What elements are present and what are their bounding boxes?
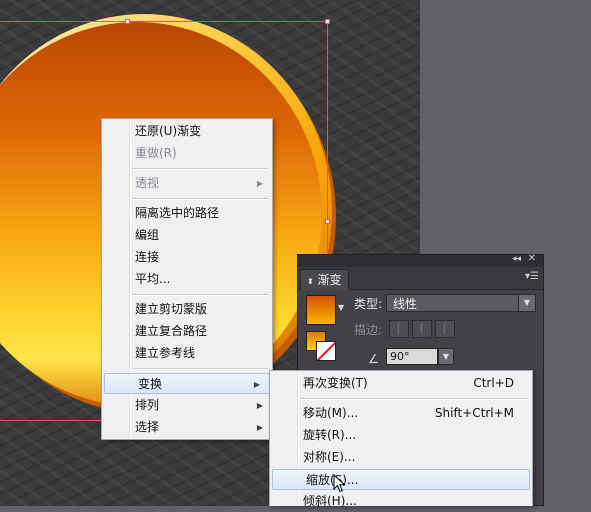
menu-item-label: 变换	[138, 377, 163, 391]
menu-separator	[132, 198, 269, 200]
menu-separator	[300, 398, 529, 400]
menu-item-join[interactable]: 连接	[102, 247, 272, 268]
menu-item-redo: 重做(R)	[102, 143, 272, 164]
menu-separator	[132, 368, 269, 370]
menu-item-label: 重做(R)	[135, 146, 177, 160]
menu-item-make-guides[interactable]: 建立参考线	[102, 343, 272, 364]
menu-item-label: 建立参考线	[135, 346, 196, 360]
submenu-arrow-icon: ▶	[256, 401, 263, 410]
menu-item-label: 透视	[135, 176, 160, 190]
menu-item-perspective: 透视 ▶	[102, 173, 272, 194]
submenu-arrow-icon: ▶	[253, 380, 260, 389]
angle-input[interactable]: 90°	[386, 348, 438, 365]
menu-item-isolate-path[interactable]: 隔离选中的路径	[102, 203, 272, 224]
stroke-along-button[interactable]: ⌈	[412, 320, 432, 338]
menu-item-shortcut: Shift+Ctrl+M	[434, 406, 514, 420]
tab-sort-icon: ⬍	[307, 277, 314, 286]
menu-item-reflect[interactable]: 对称(E)...	[270, 447, 532, 468]
transform-submenu: 再次变换(T) Ctrl+D 移动(M)... Shift+Ctrl+M 旋转(R)…	[269, 370, 533, 508]
type-label: 类型:	[354, 297, 383, 311]
panel-tab-bar: ⬍ 渐变 ▾☰	[298, 267, 543, 290]
stroke-across-button[interactable]: ⌈	[435, 320, 455, 338]
close-icon[interactable]: ✕	[528, 253, 536, 264]
menu-item-label: 排列	[135, 398, 160, 412]
stroke-within-button[interactable]: ⌈	[389, 320, 409, 338]
menu-item-scale[interactable]: 缩放(S)...	[272, 469, 530, 490]
menu-item-label: 再次变换(T)	[303, 376, 368, 390]
angle-dropdown-icon[interactable]: ▼	[438, 348, 454, 365]
menu-item-label: 建立剪切蒙版	[135, 302, 208, 316]
menu-separator	[132, 294, 269, 296]
selection-handle-top-right[interactable]	[325, 19, 330, 24]
submenu-arrow-icon: ▶	[256, 179, 263, 188]
menu-item-arrange[interactable]: 排列 ▶	[102, 395, 272, 416]
stroke-none-swatch[interactable]	[316, 341, 336, 361]
menu-item-transform-again[interactable]: 再次变换(T) Ctrl+D	[270, 373, 532, 394]
panel-menu-icon[interactable]: ▾☰	[525, 271, 539, 282]
menu-item-label: 隔离选中的路径	[135, 206, 220, 220]
menu-item-undo-gradient[interactable]: 还原(U)渐变	[102, 121, 272, 142]
panel-title-bar[interactable]: ◂◂ ✕	[298, 253, 543, 267]
gradient-type-value: 线性	[393, 297, 418, 311]
angle-icon: ∠	[368, 352, 379, 366]
menu-item-make-compound-path[interactable]: 建立复合路径	[102, 321, 272, 342]
context-menu: 还原(U)渐变 重做(R) 透视 ▶ 隔离选中的路径 编组 连接 平均... 建立…	[101, 118, 273, 440]
menu-item-rotate[interactable]: 旋转(R)...	[270, 425, 532, 446]
menu-item-label: 平均...	[135, 272, 171, 286]
menu-item-label: 连接	[135, 250, 160, 264]
menu-item-label: 旋转(R)...	[303, 428, 357, 442]
chevron-down-icon[interactable]: ▼	[518, 295, 535, 311]
menu-item-label: 建立复合路径	[135, 324, 208, 338]
tab-gradient[interactable]: ⬍ 渐变	[300, 269, 349, 290]
menu-item-label: 选择	[135, 420, 160, 434]
menu-item-make-clipping-mask[interactable]: 建立剪切蒙版	[102, 299, 272, 320]
menu-item-label: 移动(M)...	[303, 406, 359, 420]
menu-item-label: 还原(U)渐变	[135, 124, 202, 138]
menu-item-transform[interactable]: 变换 ▶	[104, 373, 270, 394]
selection-handle-top[interactable]	[125, 19, 130, 24]
gradient-swatch[interactable]	[306, 295, 336, 325]
stroke-label: 描边:	[354, 323, 383, 337]
menu-item-shortcut: Ctrl+D	[473, 376, 514, 390]
gradient-type-select[interactable]: 线性 ▼	[386, 294, 536, 312]
tab-gradient-label: 渐变	[317, 273, 342, 287]
submenu-arrow-icon: ▶	[256, 423, 263, 432]
menu-item-group[interactable]: 编组	[102, 225, 272, 246]
selection-handle-right[interactable]	[325, 219, 330, 224]
menu-item-average[interactable]: 平均...	[102, 269, 272, 290]
menu-item-label: 编组	[135, 228, 160, 242]
swatch-dropdown-icon[interactable]: ▼	[338, 303, 344, 312]
mouse-pointer-icon	[333, 474, 346, 493]
menu-separator	[132, 168, 269, 170]
menu-item-label: 对称(E)...	[303, 450, 356, 464]
menu-item-select[interactable]: 选择 ▶	[102, 417, 272, 438]
menu-item-move[interactable]: 移动(M)... Shift+Ctrl+M	[270, 403, 532, 424]
double-chevron-icon[interactable]: ◂◂	[512, 254, 521, 264]
menu-item-shear[interactable]: 倾斜(H)...	[270, 491, 532, 512]
